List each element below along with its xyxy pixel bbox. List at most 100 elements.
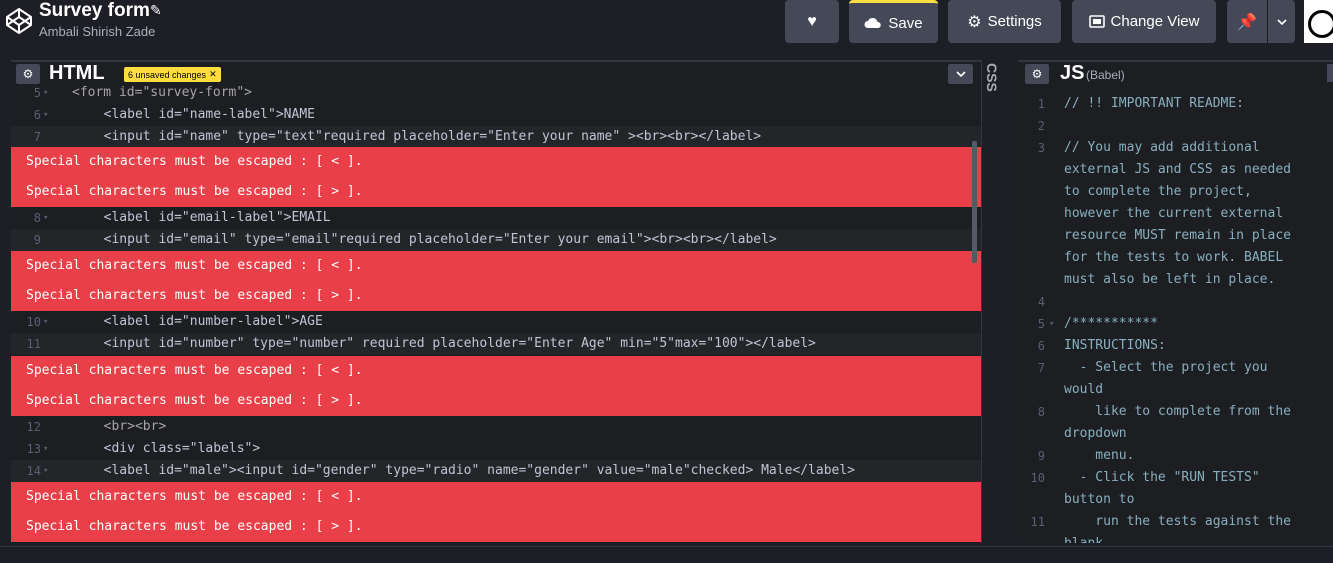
code-line-text: dropdown bbox=[1064, 426, 1127, 441]
chevron-down-icon bbox=[1276, 18, 1287, 25]
code-line-text: must also be left in place. bbox=[1064, 272, 1276, 287]
project-title[interactable]: Survey form bbox=[39, 0, 150, 22]
unsaved-changes-label: 6 unsaved changes bbox=[128, 69, 207, 80]
code-line-text: menu. bbox=[1064, 448, 1135, 463]
user-avatar[interactable] bbox=[1304, 0, 1333, 43]
code-line: 14 ▾ <label id="male"><input id="gender" … bbox=[11, 460, 981, 482]
code-line: 10 ▾ <label id="number-label">AGE bbox=[26, 314, 323, 329]
pin-dropdown-button[interactable] bbox=[1268, 0, 1295, 43]
code-line: resource MUST remain in place bbox=[1018, 225, 1333, 247]
html-editor-panel: ⚙ HTML 6 unsaved changes ✕ 5 ▾ <form id="s… bbox=[11, 60, 981, 543]
pin-icon: 📌 bbox=[1237, 13, 1257, 31]
change-view-button[interactable]: Change View bbox=[1072, 0, 1216, 43]
code-line: would bbox=[1018, 379, 1333, 401]
code-line-text: INSTRUCTIONS: bbox=[1064, 338, 1166, 353]
code-line: 7 - Select the project you bbox=[1018, 357, 1333, 379]
line-number: 6 bbox=[1037, 339, 1045, 353]
code-line: 6 ▾ <label id="name-label">NAME bbox=[33, 107, 315, 122]
code-line: dropdown bbox=[1018, 423, 1333, 445]
css-panel-collapsed[interactable]: CSS bbox=[981, 60, 1000, 543]
line-number: 3 bbox=[1037, 141, 1045, 155]
html-panel-collapse-button[interactable] bbox=[948, 64, 973, 84]
code-line: 11 run the tests against the bbox=[1018, 511, 1333, 533]
pin-button[interactable]: 📌 bbox=[1227, 0, 1267, 43]
code-line: 5 ▾ <form id="survey-form"> bbox=[33, 85, 253, 100]
code-line: 13 ▾ <div class="labels"> bbox=[26, 441, 261, 456]
line-number: 8 bbox=[1037, 405, 1045, 419]
save-label: Save bbox=[888, 14, 923, 32]
error-message: Special characters must be escaped : [ >… bbox=[26, 519, 363, 534]
codepen-logo-icon[interactable] bbox=[4, 6, 34, 36]
error-message: Special characters must be escaped : [ >… bbox=[26, 184, 363, 199]
code-line-text: <div class="labels"> bbox=[88, 441, 261, 456]
code-line-text: <label id="email-label">EMAIL bbox=[88, 210, 331, 225]
error-block: Special characters must be escaped : [ <… bbox=[11, 356, 981, 416]
panel-resizer[interactable] bbox=[1000, 60, 1018, 543]
code-line: 12 <br><br> bbox=[26, 419, 167, 434]
code-line-text: // You may add additional bbox=[1064, 140, 1260, 155]
code-line-text: // !! IMPORTANT README: bbox=[1064, 96, 1245, 111]
code-line: 7 <input id="name" type="text"required p… bbox=[11, 126, 981, 148]
code-line: 9 <input id="email" type="email"required… bbox=[11, 229, 981, 251]
line-number: 1 bbox=[1037, 97, 1045, 111]
code-line: 9 menu. bbox=[1018, 445, 1333, 467]
error-block: Special characters must be escaped : [ <… bbox=[11, 147, 981, 207]
bottom-bar bbox=[0, 546, 1333, 563]
error-message: Special characters must be escaped : [ <… bbox=[26, 489, 363, 504]
code-line: 1 // !! IMPORTANT README: bbox=[1018, 93, 1333, 115]
code-line-text: <form id="survey-form"> bbox=[72, 85, 253, 100]
code-line-text: however the current external bbox=[1064, 206, 1284, 221]
edit-title-pencil-icon[interactable]: ✎ bbox=[150, 2, 162, 19]
error-message: Special characters must be escaped : [ <… bbox=[26, 363, 363, 378]
fold-icon[interactable]: ▾ bbox=[1049, 313, 1054, 335]
js-panel-title: JS bbox=[1060, 62, 1085, 84]
top-bar: Survey form ✎ Ambali Shirish Zade ♥ Save… bbox=[0, 0, 1333, 52]
line-number: 11 bbox=[1030, 515, 1045, 529]
love-button[interactable]: ♥ bbox=[785, 0, 839, 43]
js-panel-subtitle: (Babel) bbox=[1086, 68, 1125, 82]
code-line-text: <label id="number-label">AGE bbox=[88, 314, 323, 329]
settings-label: Settings bbox=[987, 13, 1042, 30]
settings-button[interactable]: ⚙ Settings bbox=[948, 0, 1061, 43]
code-line: 10 - Click the "RUN TESTS" bbox=[1018, 467, 1333, 489]
line-number: 7 bbox=[1037, 361, 1045, 375]
unsaved-changes-badge[interactable]: 6 unsaved changes ✕ bbox=[124, 67, 221, 82]
error-message: Special characters must be escaped : [ >… bbox=[26, 288, 363, 303]
html-settings-gear-icon[interactable]: ⚙ bbox=[16, 64, 40, 84]
line-number: 9 bbox=[1037, 449, 1045, 463]
error-block: Special characters must be escaped : [ <… bbox=[11, 482, 981, 542]
change-view-label: Change View bbox=[1110, 13, 1200, 30]
error-message: Special characters must be escaped : [ <… bbox=[26, 258, 363, 273]
code-line-text: blank bbox=[1064, 533, 1103, 543]
code-line: must also be left in place. bbox=[1018, 269, 1333, 291]
error-message: Special characters must be escaped : [ <… bbox=[26, 154, 363, 169]
html-code-editor[interactable]: 5 ▾ <form id="survey-form"> 6 ▾ <label id="… bbox=[11, 85, 981, 543]
code-line: 11 <input id="number" type="number" requ… bbox=[11, 333, 981, 355]
heart-icon: ♥ bbox=[807, 12, 817, 30]
code-line-text: - Click the "RUN TESTS" bbox=[1064, 470, 1260, 485]
error-block: Special characters must be escaped : [ <… bbox=[11, 251, 981, 311]
code-line-text: <label id="male"><input id="gender" type… bbox=[88, 463, 856, 478]
vertical-scrollbar[interactable] bbox=[972, 141, 977, 263]
code-line: 8 ▾ <label id="email-label">EMAIL bbox=[33, 210, 331, 225]
code-line: for the tests to work. BABEL bbox=[1018, 247, 1333, 269]
code-line-text: <input id="number" type="number" require… bbox=[88, 336, 816, 351]
code-line-text: external JS and CSS as needed bbox=[1064, 162, 1291, 177]
avatar-logo-icon bbox=[1308, 10, 1333, 38]
code-line: button to bbox=[1018, 489, 1333, 511]
code-line-text: <br><br> bbox=[88, 419, 167, 434]
code-line-text: to complete the project, bbox=[1064, 184, 1252, 199]
code-line: 4 bbox=[1018, 291, 1333, 313]
code-line: 6 INSTRUCTIONS: bbox=[1018, 335, 1333, 357]
code-line: 5 ▾ /*********** bbox=[1018, 313, 1333, 335]
code-line: to complete the project, bbox=[1018, 181, 1333, 203]
js-panel-collapse-button[interactable] bbox=[1327, 64, 1333, 82]
code-line-text: - Select the project you bbox=[1064, 360, 1268, 375]
js-editor-panel: ⚙ JS (Babel) 1 // !! IMPORTANT README: 2 3 /… bbox=[1018, 60, 1333, 543]
code-line: external JS and CSS as needed bbox=[1018, 159, 1333, 181]
author-name[interactable]: Ambali Shirish Zade bbox=[39, 24, 155, 39]
close-icon[interactable]: ✕ bbox=[209, 69, 217, 80]
code-line: 2 bbox=[1018, 115, 1333, 137]
js-settings-gear-icon[interactable]: ⚙ bbox=[1025, 64, 1049, 84]
save-button[interactable]: Save bbox=[849, 0, 938, 43]
